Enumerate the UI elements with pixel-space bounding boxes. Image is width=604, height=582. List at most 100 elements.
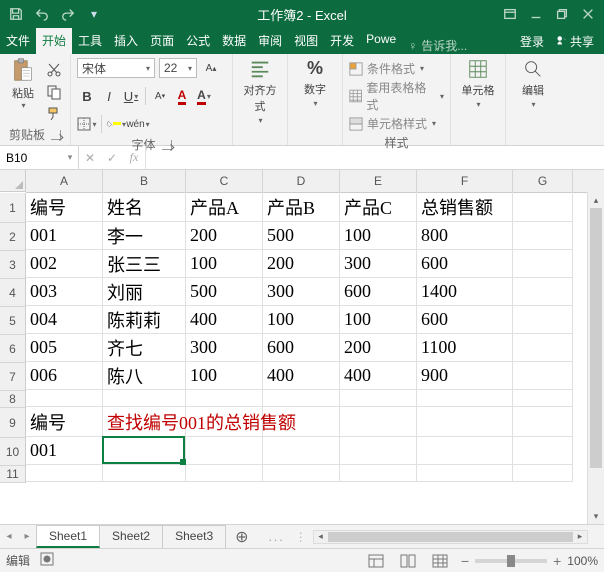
cell-C5[interactable]: 400 [186, 306, 263, 334]
row-header-3[interactable]: 3 [0, 251, 25, 279]
col-header-C[interactable]: C [186, 170, 263, 192]
borders-icon[interactable]: ▾ [77, 114, 97, 134]
cell-A10[interactable]: 001 [26, 437, 103, 465]
clipboard-launcher-icon[interactable] [51, 130, 61, 140]
cell-D11[interactable] [263, 465, 340, 482]
cell-E3[interactable]: 300 [340, 250, 417, 278]
cell-B9[interactable]: 查找编号001的总销售额 [103, 407, 417, 437]
fx-cancel-icon[interactable]: ✕ [79, 148, 101, 168]
row-header-1[interactable]: 1 [0, 193, 25, 223]
cell-C4[interactable]: 500 [186, 278, 263, 306]
hscroll-thumb[interactable] [328, 532, 573, 542]
quick-more-icon[interactable]: ▾ [82, 2, 106, 26]
cell-B1[interactable]: 姓名 [103, 192, 186, 222]
ribbon-tab-9[interactable]: 开发 [324, 28, 360, 54]
sheet-tab-Sheet3[interactable]: Sheet3 [162, 525, 226, 548]
cell-C1[interactable]: 产品A [186, 192, 263, 222]
sheet-nav-next-icon[interactable]: ▸ [18, 526, 36, 548]
cell-A8[interactable] [26, 390, 103, 407]
zoom-in-icon[interactable]: + [553, 553, 561, 569]
row-header-2[interactable]: 2 [0, 223, 25, 251]
cell-G2[interactable] [513, 222, 573, 250]
cell-B11[interactable] [103, 465, 186, 482]
cell-E4[interactable]: 600 [340, 278, 417, 306]
ribbon-tab-10[interactable]: Powe [360, 28, 402, 54]
font-launcher-icon[interactable] [162, 140, 172, 150]
cell-B2[interactable]: 李一 [103, 222, 186, 250]
row-header-10[interactable]: 10 [0, 438, 25, 466]
window-minimize-icon[interactable] [524, 2, 548, 26]
scroll-right-icon[interactable]: ▸ [573, 531, 587, 543]
quick-redo-icon[interactable] [56, 2, 80, 26]
row-header-4[interactable]: 4 [0, 279, 25, 307]
cell-G1[interactable] [513, 192, 573, 222]
cell-A11[interactable] [26, 465, 103, 482]
fill-color-icon[interactable]: ▾ [106, 114, 126, 134]
ribbon-display-icon[interactable] [498, 2, 522, 26]
conditional-format-button[interactable]: 条件格式▾ [349, 60, 444, 77]
cell-C11[interactable] [186, 465, 263, 482]
cell-G10[interactable] [513, 437, 573, 465]
horizontal-scrollbar[interactable]: ◂ ▸ [313, 530, 588, 544]
cell-A2[interactable]: 001 [26, 222, 103, 250]
row-header-9[interactable]: 9 [0, 408, 25, 438]
ribbon-tab-6[interactable]: 数据 [216, 28, 252, 54]
cell-E10[interactable] [340, 437, 417, 465]
cell-E6[interactable]: 200 [340, 334, 417, 362]
cell-D4[interactable]: 300 [263, 278, 340, 306]
scroll-thumb[interactable] [590, 208, 602, 468]
font-color-red-icon[interactable]: A [172, 86, 192, 106]
sheet-nav-prev-icon[interactable]: ◂ [0, 526, 18, 548]
cell-A5[interactable]: 004 [26, 306, 103, 334]
alignment-button[interactable]: 对齐方式▾ [239, 58, 281, 125]
macro-record-icon[interactable] [40, 552, 54, 569]
cell-C3[interactable]: 100 [186, 250, 263, 278]
name-box[interactable] [0, 147, 62, 169]
cell-A4[interactable]: 003 [26, 278, 103, 306]
scroll-left-icon[interactable]: ◂ [314, 531, 328, 543]
decrease-font-icon[interactable]: A▾ [150, 86, 170, 106]
ribbon-tab-4[interactable]: 页面 [144, 28, 180, 54]
cell-C8[interactable] [186, 390, 263, 407]
formula-input[interactable] [146, 146, 604, 169]
cell-B4[interactable]: 刘丽 [103, 278, 186, 306]
cell-A6[interactable]: 005 [26, 334, 103, 362]
ribbon-tab-8[interactable]: 视图 [288, 28, 324, 54]
cell-B3[interactable]: 张三三 [103, 250, 186, 278]
row-header-11[interactable]: 11 [0, 466, 25, 483]
cell-F11[interactable] [417, 465, 513, 482]
col-header-B[interactable]: B [103, 170, 186, 192]
cell-G4[interactable] [513, 278, 573, 306]
row-header-7[interactable]: 7 [0, 363, 25, 391]
ribbon-tab-1[interactable]: 开始 [36, 28, 72, 54]
underline-icon[interactable]: U▾ [121, 86, 141, 106]
cell-C7[interactable]: 100 [186, 362, 263, 390]
row-header-8[interactable]: 8 [0, 391, 25, 408]
ribbon-tab-5[interactable]: 公式 [180, 28, 216, 54]
ribbon-tab-2[interactable]: 工具 [72, 28, 108, 54]
row-header-5[interactable]: 5 [0, 307, 25, 335]
sheet-tab-Sheet2[interactable]: Sheet2 [99, 525, 163, 548]
cell-F5[interactable]: 600 [417, 306, 513, 334]
col-header-E[interactable]: E [340, 170, 417, 192]
cell-B7[interactable]: 陈八 [103, 362, 186, 390]
format-as-table-button[interactable]: 套用表格格式▾ [349, 79, 444, 113]
cell-D10[interactable] [263, 437, 340, 465]
cell-E1[interactable]: 产品C [340, 192, 417, 222]
quick-undo-icon[interactable] [30, 2, 54, 26]
col-header-D[interactable]: D [263, 170, 340, 192]
cut-icon[interactable] [44, 60, 64, 80]
cell-B6[interactable]: 齐七 [103, 334, 186, 362]
cell-F10[interactable] [417, 437, 513, 465]
cell-A7[interactable]: 006 [26, 362, 103, 390]
cell-G3[interactable] [513, 250, 573, 278]
cell-B8[interactable] [103, 390, 186, 407]
cell-E5[interactable]: 100 [340, 306, 417, 334]
col-header-G[interactable]: G [513, 170, 573, 192]
cell-G5[interactable] [513, 306, 573, 334]
cell-C10[interactable] [186, 437, 263, 465]
cell-G11[interactable] [513, 465, 573, 482]
row-header-6[interactable]: 6 [0, 335, 25, 363]
share-button[interactable]: 共享 [552, 31, 598, 52]
zoom-percent[interactable]: 100% [567, 554, 598, 568]
